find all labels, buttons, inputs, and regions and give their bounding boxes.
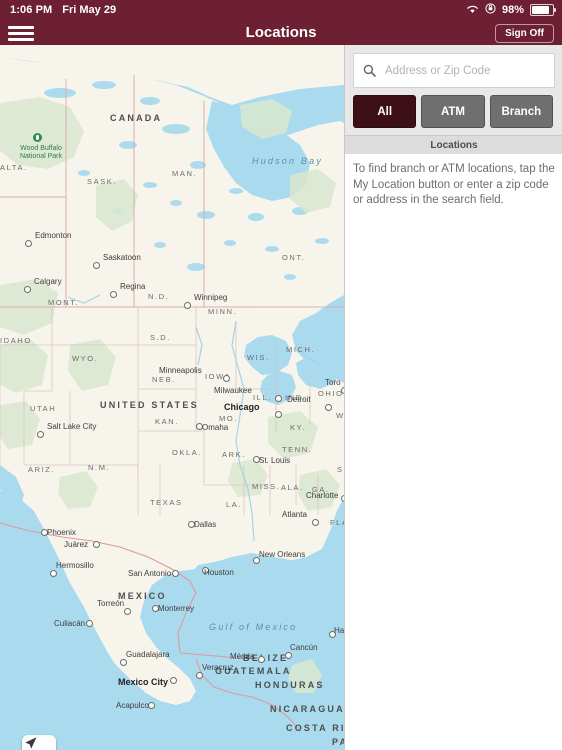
map-city-dot — [93, 262, 100, 269]
park-marker — [33, 133, 42, 142]
map-city-dot — [312, 519, 319, 526]
map-city-dot — [285, 652, 292, 659]
search-input[interactable] — [383, 63, 552, 78]
navigation-arrow-icon — [25, 737, 37, 749]
battery-icon — [530, 4, 556, 16]
status-bar: 1:06 PM Fri May 29 98% — [0, 0, 562, 20]
map-city-dot — [41, 529, 48, 536]
locations-screen: 1:06 PM Fri May 29 98% Locations Sign Of… — [0, 0, 562, 750]
map-city-dot — [329, 631, 336, 638]
navigation-bar: Locations Sign Off — [0, 20, 562, 46]
locations-list: To find branch or ATM locations, tap the… — [345, 154, 562, 750]
map-city-dot — [275, 411, 282, 418]
map-city-dot — [124, 608, 131, 615]
filter-atm-button[interactable]: ATM — [421, 95, 485, 128]
map-city-dot — [110, 291, 117, 298]
map-city-dot — [25, 240, 32, 247]
map-city-dot — [152, 605, 159, 612]
status-time: 1:06 PM — [10, 4, 53, 16]
map-city-dot — [188, 521, 195, 528]
my-location-button[interactable] — [22, 735, 56, 750]
map-city-dot — [24, 286, 31, 293]
filter-all-button[interactable]: All — [353, 95, 417, 128]
map-city-dot — [275, 395, 282, 402]
battery-percent: 98% — [501, 4, 524, 16]
filter-segmented-control: All ATM Branch — [353, 95, 553, 128]
filter-branch-button[interactable]: Branch — [489, 95, 553, 128]
map-city-dot — [170, 677, 177, 684]
locations-panel: All ATM Branch Locations To find branch … — [344, 45, 562, 750]
map-city-dot — [253, 557, 260, 564]
section-header-locations: Locations — [345, 135, 562, 156]
map-view[interactable]: Wood Buffalo National Park CANADA UNITED S… — [0, 45, 344, 750]
page-title: Locations — [245, 24, 317, 41]
map-city-dot — [50, 570, 57, 577]
map-city-dot — [120, 659, 127, 666]
map-city-dot — [325, 404, 332, 411]
map-city-dot — [86, 620, 93, 627]
status-indicators: 98% — [466, 3, 556, 17]
map-city-dot — [148, 702, 155, 709]
map-graphics — [0, 45, 344, 750]
map-city-dot — [172, 570, 179, 577]
map-city-dot — [196, 672, 203, 679]
wifi-icon — [466, 4, 479, 17]
status-date: Fri May 29 — [62, 4, 117, 16]
map-city-dot — [184, 302, 191, 309]
search-icon — [363, 64, 376, 77]
map-city-dot — [196, 423, 203, 430]
rotation-lock-icon — [485, 3, 496, 17]
search-field[interactable] — [353, 53, 555, 88]
empty-state-message: To find branch or ATM locations, tap the… — [353, 163, 555, 206]
map-city-dot — [223, 375, 230, 382]
map-city-dot — [253, 456, 260, 463]
sign-off-button[interactable]: Sign Off — [495, 24, 554, 43]
map-city-dot — [202, 567, 209, 574]
map-city-dot — [258, 656, 265, 663]
map-city-dot — [37, 431, 44, 438]
map-city-dot — [93, 541, 100, 548]
